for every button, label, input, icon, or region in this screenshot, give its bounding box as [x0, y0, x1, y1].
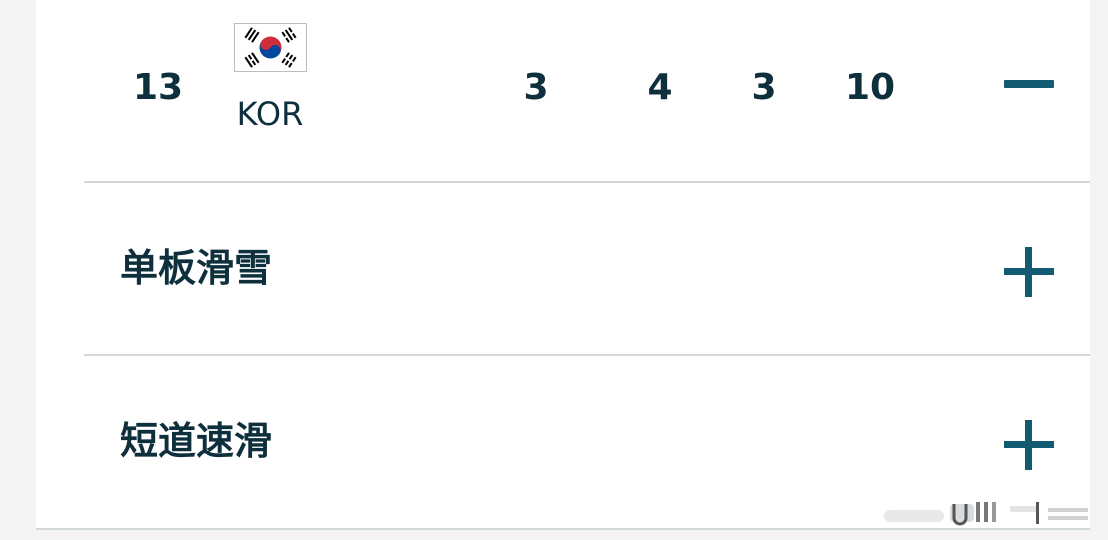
- sport-row-snowboard[interactable]: 单板滑雪: [84, 183, 1090, 355]
- rank-value: 13: [132, 67, 184, 108]
- plus-expand-icon[interactable]: [1004, 247, 1054, 297]
- minus-collapse-icon[interactable]: [1004, 80, 1054, 88]
- silver-count: 4: [647, 67, 673, 108]
- total-count: 10: [844, 67, 896, 108]
- plus-expand-icon[interactable]: [1004, 420, 1054, 470]
- sport-label: 短道速滑: [120, 419, 273, 463]
- bottom-divider: [36, 528, 1090, 530]
- country-code: KOR: [236, 95, 304, 133]
- sport-label: 单板滑雪: [120, 246, 273, 290]
- gold-count: 3: [523, 67, 549, 108]
- watermark-logo-icon: [884, 502, 1088, 526]
- bronze-count: 3: [751, 67, 777, 108]
- south-korea-flag-icon: [234, 23, 307, 72]
